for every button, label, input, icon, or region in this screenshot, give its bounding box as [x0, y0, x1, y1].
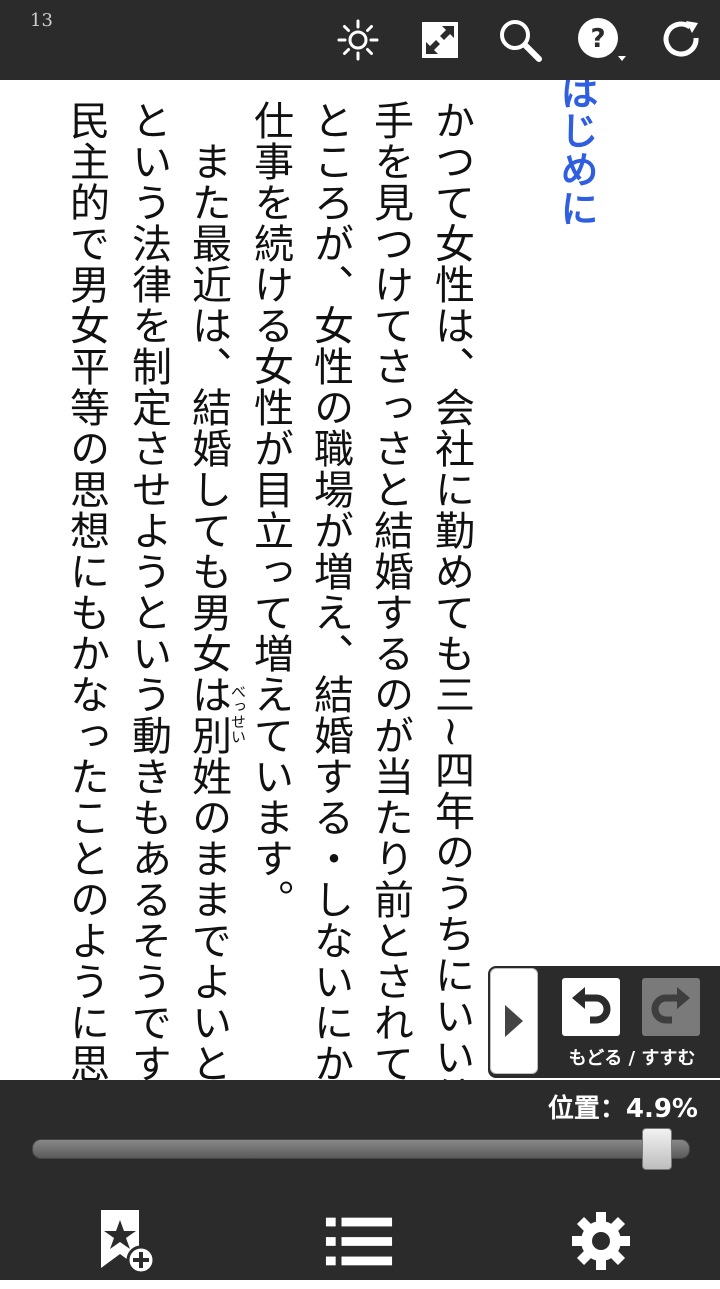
- table-of-contents-icon[interactable]: [324, 1206, 394, 1276]
- text-column-1: かつて女性は、会社に勤めても三~四年のうちにいい結婚相: [428, 100, 474, 1201]
- search-icon[interactable]: [492, 12, 548, 68]
- fit-screen-icon[interactable]: [412, 12, 468, 68]
- redo-icon: [651, 987, 690, 1024]
- add-bookmark-icon[interactable]: [90, 1206, 160, 1276]
- text-column-7: 民主的で男女平等の思想にもかなったことのように思えますが: [63, 100, 109, 1248]
- panel-toggle-button[interactable]: [490, 968, 538, 1074]
- forward-button[interactable]: [642, 978, 700, 1036]
- chevron-right-icon: [505, 1005, 523, 1037]
- text-column-6: という法律を制定させようという動きもあるそうです。一見、: [125, 100, 171, 1248]
- position-slider[interactable]: [32, 1139, 690, 1159]
- back-button[interactable]: [562, 978, 620, 1036]
- svg-text:?: ?: [590, 24, 605, 54]
- ruby-annotation: べっせい: [229, 684, 247, 744]
- help-icon[interactable]: ?: [574, 12, 630, 68]
- refresh-icon[interactable]: [654, 12, 710, 68]
- history-label: もどる / すすむ: [568, 1048, 696, 1069]
- chapter-heading: はじめに: [554, 72, 598, 228]
- slider-handle[interactable]: [641, 1128, 672, 1170]
- text-column-4: 仕事を続ける女性が目立って増えています。: [247, 100, 293, 920]
- undo-icon: [572, 987, 611, 1024]
- text-column-3: ところが、女性の職場が増え、結婚する・しないにかかわらず: [307, 100, 353, 1248]
- brightness-icon[interactable]: [330, 12, 386, 68]
- settings-icon[interactable]: [566, 1206, 636, 1276]
- top-toolbar: 13 ?: [0, 0, 720, 80]
- position-indicator: 位置：4.9%: [547, 1094, 698, 1124]
- text-column-5: また最近は、結婚しても男女は別姓のままでよいとすべきだ: [185, 100, 231, 1248]
- page-number: 13: [30, 10, 53, 31]
